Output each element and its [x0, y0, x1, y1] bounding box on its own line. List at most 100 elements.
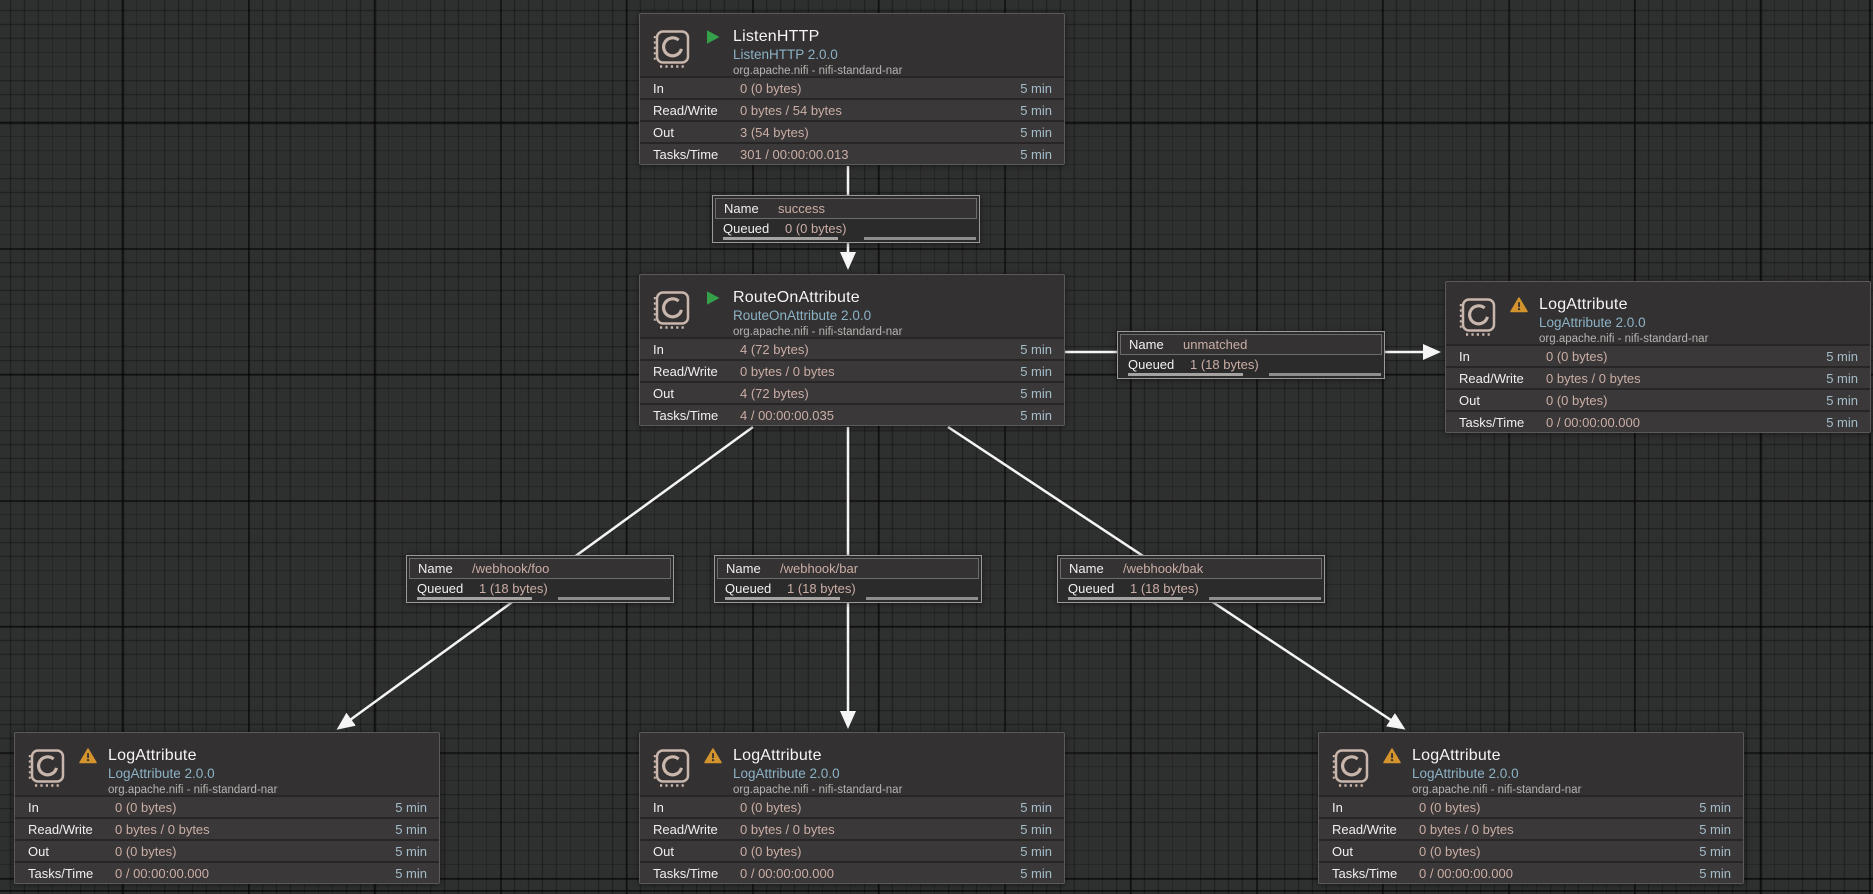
stat-row-tasks: Tasks/Time 4 / 00:00:00.035 5 min [640, 403, 1064, 425]
stat-window: 5 min [1020, 386, 1064, 401]
processor-title: LogAttribute [1539, 295, 1708, 314]
stat-row-in: In 0 (0 bytes) 5 min [1446, 344, 1870, 366]
stat-row-in: In 0 (0 bytes) 5 min [1319, 795, 1743, 817]
connection-label-webhook-foo[interactable]: Name /webhook/foo Queued 1 (18 bytes) [406, 555, 674, 603]
connection-name-row: Name /webhook/foo [409, 558, 671, 579]
stat-window: 5 min [1020, 342, 1064, 357]
stat-value: 3 (54 bytes) [740, 125, 1020, 140]
connection-queued-row: Queued 0 (0 bytes) [713, 219, 979, 237]
stat-value: 0 / 00:00:00.000 [1419, 866, 1699, 881]
run-status-play-icon [704, 29, 722, 45]
queued-value: 1 (18 bytes) [1130, 581, 1199, 596]
stat-window: 5 min [1020, 81, 1064, 96]
connection-label-success[interactable]: Name success Queued 0 (0 bytes) [712, 195, 980, 243]
processor-title: LogAttribute [1412, 746, 1581, 765]
stat-window: 5 min [1699, 844, 1743, 859]
stat-value: 0 / 00:00:00.000 [740, 866, 1020, 881]
stat-label: Out [1446, 393, 1546, 408]
stat-value: 4 (72 bytes) [740, 342, 1020, 357]
stat-value: 0 (0 bytes) [115, 800, 395, 815]
warning-status-icon [1383, 748, 1401, 764]
processor-version: LogAttribute 2.0.0 [1412, 766, 1581, 782]
stat-label: In [1446, 349, 1546, 364]
connection-name-row: Name /webhook/bar [717, 558, 979, 579]
stat-label: Out [15, 844, 115, 859]
name-key: Name [1121, 337, 1183, 352]
stat-window: 5 min [1020, 364, 1064, 379]
stat-label: Tasks/Time [640, 866, 740, 881]
stat-label: Tasks/Time [640, 147, 740, 162]
processor-header: LogAttribute LogAttribute 2.0.0 org.apac… [640, 733, 1064, 795]
connection-name: /webhook/bak [1123, 561, 1203, 576]
stat-value: 0 bytes / 0 bytes [1546, 371, 1826, 386]
connection-queued-row: Queued 1 (18 bytes) [1118, 355, 1384, 373]
stat-label: Read/Write [15, 822, 115, 837]
processor-stamp-icon [28, 747, 68, 789]
stat-value: 0 (0 bytes) [740, 844, 1020, 859]
processor-title: LogAttribute [108, 746, 277, 765]
stat-value: 4 (72 bytes) [740, 386, 1020, 401]
processor-logattribute-bar[interactable]: LogAttribute LogAttribute 2.0.0 org.apac… [639, 732, 1065, 884]
run-status-play-icon [704, 290, 722, 306]
stat-value: 0 / 00:00:00.000 [115, 866, 395, 881]
connection-name-row: Name success [715, 198, 977, 219]
processor-version: LogAttribute 2.0.0 [733, 766, 902, 782]
stat-row-readwrite: Read/Write 0 bytes / 0 bytes 5 min [640, 817, 1064, 839]
stat-label: Out [640, 125, 740, 140]
queue-count-bar [723, 237, 838, 240]
queued-key: Queued [723, 221, 785, 236]
stat-label: In [15, 800, 115, 815]
processor-listenhttp[interactable]: ListenHTTP ListenHTTP 2.0.0 org.apache.n… [639, 13, 1065, 165]
processor-stamp-icon [653, 28, 693, 70]
processor-title: RouteOnAttribute [733, 288, 902, 307]
stat-window: 5 min [1020, 822, 1064, 837]
stat-value: 0 (0 bytes) [740, 81, 1020, 96]
queued-value: 1 (18 bytes) [479, 581, 548, 596]
processor-logattribute-bak[interactable]: LogAttribute LogAttribute 2.0.0 org.apac… [1318, 732, 1744, 884]
processor-logattribute-foo[interactable]: LogAttribute LogAttribute 2.0.0 org.apac… [14, 732, 440, 884]
stat-label: In [1319, 800, 1419, 815]
stat-label: Out [640, 386, 740, 401]
connection-name: /webhook/bar [780, 561, 858, 576]
stat-value: 0 bytes / 0 bytes [1419, 822, 1699, 837]
stat-window: 5 min [395, 822, 439, 837]
connection-label-unmatched[interactable]: Name unmatched Queued 1 (18 bytes) [1117, 331, 1385, 379]
queue-count-bar [1068, 597, 1183, 600]
processor-stamp-icon [1332, 747, 1372, 789]
stat-row-in: In 0 (0 bytes) 5 min [640, 76, 1064, 98]
connection-label-webhook-bar[interactable]: Name /webhook/bar Queued 1 (18 bytes) [714, 555, 982, 603]
stat-window: 5 min [1826, 393, 1870, 408]
processor-stamp-icon [653, 747, 693, 789]
flow-canvas[interactable]: ListenHTTP ListenHTTP 2.0.0 org.apache.n… [0, 0, 1873, 894]
stat-row-tasks: Tasks/Time 0 / 00:00:00.000 5 min [1319, 861, 1743, 883]
stat-value: 4 / 00:00:00.035 [740, 408, 1020, 423]
connection-queued-row: Queued 1 (18 bytes) [407, 579, 673, 597]
processor-routeonattribute[interactable]: RouteOnAttribute RouteOnAttribute 2.0.0 … [639, 274, 1065, 426]
stat-label: In [640, 800, 740, 815]
stat-window: 5 min [1020, 800, 1064, 815]
processor-header: LogAttribute LogAttribute 2.0.0 org.apac… [15, 733, 439, 795]
name-key: Name [410, 561, 472, 576]
name-key: Name [716, 201, 778, 216]
stat-row-readwrite: Read/Write 0 bytes / 0 bytes 5 min [1446, 366, 1870, 388]
processor-title: LogAttribute [733, 746, 902, 765]
processor-logattribute-unmatched[interactable]: LogAttribute LogAttribute 2.0.0 org.apac… [1445, 281, 1871, 433]
stat-label: In [640, 81, 740, 96]
stat-value: 0 (0 bytes) [1419, 844, 1699, 859]
stat-label: Out [1319, 844, 1419, 859]
processor-header: LogAttribute LogAttribute 2.0.0 org.apac… [1319, 733, 1743, 795]
connection-label-webhook-bak[interactable]: Name /webhook/bak Queued 1 (18 bytes) [1057, 555, 1325, 603]
stat-label: In [640, 342, 740, 357]
processor-bundle: org.apache.nifi - nifi-standard-nar [733, 326, 902, 340]
stat-label: Tasks/Time [640, 408, 740, 423]
stat-window: 5 min [1020, 408, 1064, 423]
stat-value: 0 bytes / 0 bytes [115, 822, 395, 837]
warning-status-icon [79, 748, 97, 764]
stat-row-in: In 0 (0 bytes) 5 min [640, 795, 1064, 817]
stat-window: 5 min [1020, 125, 1064, 140]
processor-version: LogAttribute 2.0.0 [108, 766, 277, 782]
stat-row-readwrite: Read/Write 0 bytes / 54 bytes 5 min [640, 98, 1064, 120]
stat-row-out: Out 4 (72 bytes) 5 min [640, 381, 1064, 403]
stat-row-in: In 0 (0 bytes) 5 min [15, 795, 439, 817]
processor-header: ListenHTTP ListenHTTP 2.0.0 org.apache.n… [640, 14, 1064, 76]
